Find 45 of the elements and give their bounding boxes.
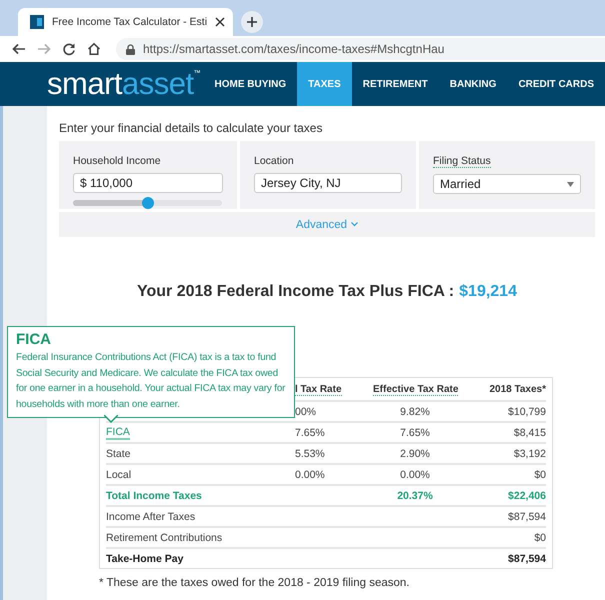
field-label: Filing Status	[433, 155, 491, 168]
income-field[interactable]: $ 110,000	[73, 173, 223, 193]
table-cell: 00%	[295, 406, 316, 418]
result-amount: $19,214	[459, 283, 517, 301]
tooltip-title: FICA	[16, 331, 52, 348]
nav-item[interactable]: HOME BUYING	[203, 62, 298, 106]
table-cell: $3,192	[514, 448, 546, 460]
address-bar[interactable]: https://smartasset.com/taxes/income-taxes#MshcgtnHau	[116, 38, 605, 60]
column-header: 2018 Taxes*	[489, 384, 546, 394]
url-text: https://smartasset.com/taxes/income-taxes#MshcgtnHau	[143, 42, 444, 56]
table-cell: $10,799	[508, 406, 546, 418]
table-cell: 20.37%	[397, 490, 433, 502]
result-heading: Your 2018 Federal Income Tax Plus FICA :	[137, 283, 454, 301]
nav-item[interactable]: CREDIT CARDS	[507, 62, 605, 106]
footnote: * These are the taxes owed for the 2018 - 2019 filing season.	[99, 577, 410, 589]
table-cell: $87,594	[508, 552, 546, 564]
row-label: Total Income Taxes	[106, 490, 203, 502]
location-field[interactable]: Jersey City, NJ	[254, 173, 402, 193]
table-cell: $0	[534, 468, 546, 480]
row-label: State	[106, 448, 132, 460]
form-intro: Enter your financial details to calculate your taxes	[59, 121, 324, 135]
table-cell: $0	[534, 532, 546, 544]
table-cell: 9.82%	[400, 406, 430, 418]
table-cell: $22,406	[508, 490, 546, 502]
column-header: Effective Tax Rate	[373, 384, 458, 396]
row-label: Local	[106, 468, 132, 480]
table-cell: $87,594	[508, 510, 546, 522]
row-label: Income After Taxes	[106, 510, 196, 522]
table-cell: 7.65%	[400, 426, 430, 438]
field-label: Household Income	[73, 155, 161, 167]
table-cell: $8,415	[514, 426, 546, 438]
table-cell: 2.90%	[400, 448, 430, 460]
field-label: Location	[254, 155, 294, 167]
row-label: Take-Home Pay	[106, 552, 184, 564]
browser-tab[interactable]: Free Income Tax Calculator - Esti	[18, 8, 234, 36]
row-label: Retirement Contributions	[106, 532, 224, 544]
nav-item[interactable]: BANKING	[438, 62, 508, 106]
table-cell: 0.00%	[400, 468, 430, 480]
tab-title: Free Income Tax Calculator - Esti	[52, 16, 208, 28]
filing-status-dropdown[interactable]: Married	[433, 174, 581, 194]
table-cell: 7.65%	[295, 426, 325, 438]
table-cell: 0.00%	[295, 468, 325, 480]
tooltip-text: Federal Insurance Contributions Act (FICA) tax is a tax to fund Social Security and Medicare. We calculate the FICA tax owed for one earner in a household. Your actual FICA tax may vary for households with more than one earner.	[16, 351, 286, 412]
nav-item[interactable]: RETIREMENT	[352, 62, 439, 106]
table-cell: 5.53%	[295, 448, 325, 460]
